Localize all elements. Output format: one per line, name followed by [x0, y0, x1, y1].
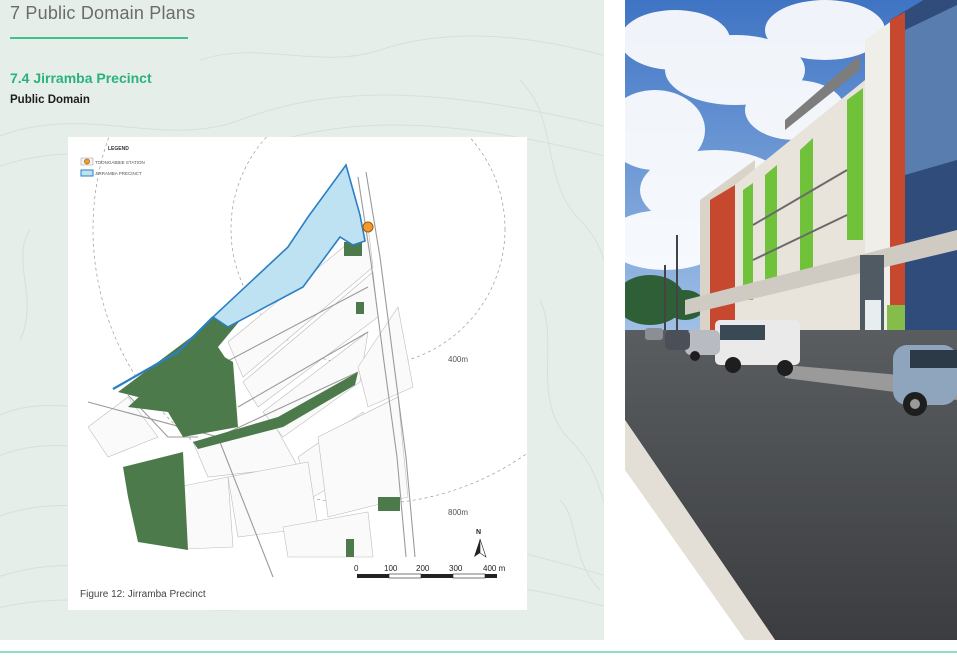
left-panel: 7 Public Domain Plans 7.4 Jirramba Preci…	[0, 0, 604, 640]
street-photo	[625, 0, 957, 640]
scale-tick-label: 200	[416, 564, 430, 573]
precinct-map: LEGEND TOONGABBIE STATION JIRRAMBA PRECI…	[68, 137, 527, 610]
legend-heading: LEGEND	[108, 146, 129, 152]
subsection-subtitle: Public Domain	[10, 94, 90, 106]
subsection-title: 7.4 Jirramba Precinct	[10, 70, 152, 86]
figure-caption: Figure 12: Jirramba Precinct	[80, 589, 206, 600]
legend-item-station: TOONGABBIE STATION	[81, 158, 145, 166]
footer-rule	[0, 651, 957, 653]
map-drawing	[80, 137, 527, 579]
radius-label-800m: 800m	[448, 508, 469, 517]
scale-bar	[357, 573, 497, 579]
scale-tick-label: 0	[354, 564, 359, 573]
scale-tick-label: 300	[449, 564, 463, 573]
legend-label: TOONGABBIE STATION	[95, 159, 145, 165]
north-arrow-icon	[474, 538, 487, 558]
section-title: 7 Public Domain Plans	[10, 3, 196, 23]
toongabbie-station-marker	[362, 221, 374, 233]
title-underline	[10, 37, 188, 39]
legend-label: JIRRAMBA PRECINCT	[95, 170, 142, 176]
legend-item-precinct: JIRRAMBA PRECINCT	[81, 169, 142, 177]
radius-label-400m: 400m	[448, 355, 469, 364]
scale-tick-label: 100	[384, 564, 398, 573]
north-label: N	[476, 529, 482, 536]
street-photo-icon	[625, 0, 957, 640]
scale-tick-label: 400 m	[483, 564, 506, 573]
